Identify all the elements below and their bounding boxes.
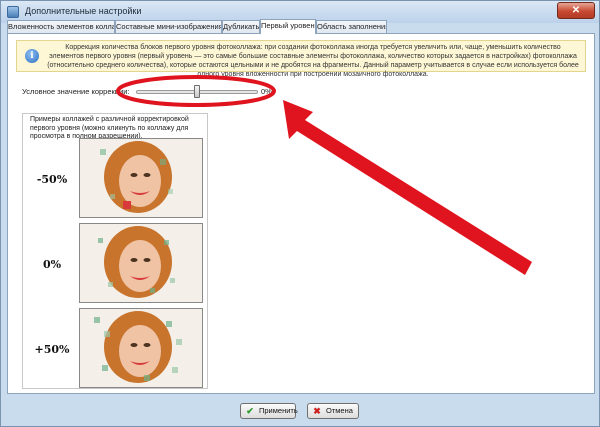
annotation-overlay (116, 75, 532, 275)
annotation-ellipse (116, 75, 276, 107)
annotation-arrow (283, 100, 532, 275)
tab-first-level[interactable]: Первый уровень (260, 19, 316, 34)
